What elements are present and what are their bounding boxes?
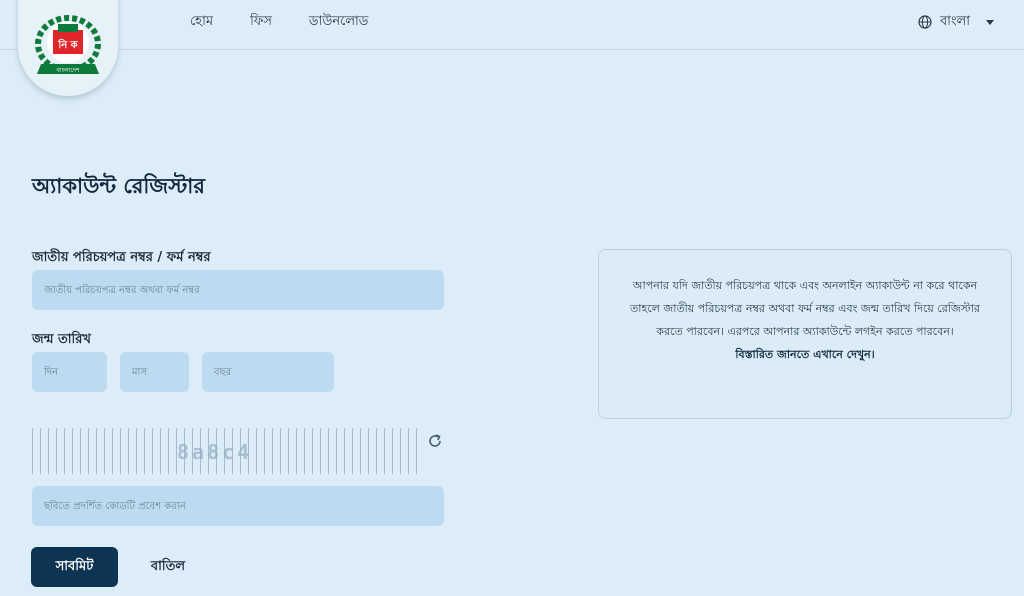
nav-home[interactable]: হোম [190,12,213,33]
captcha-code: 8a8c4 [177,440,253,464]
submit-button[interactable]: সাবমিট [31,547,118,587]
month-input[interactable] [120,352,189,392]
day-input[interactable] [32,352,107,392]
captcha-image: 8a8c4 [32,428,420,474]
language-label: বাংলা [939,13,970,29]
nid-label: জাতীয় পরিচয়পত্র নম্বর / ফর্ম নম্বর [32,250,211,265]
main-nav: হোম ফিস ডাউনলোড [190,0,368,44]
top-header: নি ক বাংলাদেশ হোম ফিস ডাউনলোড বাংলা [0,0,1024,96]
refresh-icon[interactable] [426,432,444,450]
info-text: আপনার যদি জাতীয় পরিচয়পত্র থাকে এবং অনল… [630,279,980,338]
dob-label: জন্ম তারিখ [32,332,91,347]
captcha-input[interactable] [32,486,444,526]
chevron-down-icon [986,19,994,25]
globe-icon [918,15,932,29]
logo-ribbon-text: বাংলাদেশ [56,67,80,74]
info-panel: আপনার যদি জাতীয় পরিচয়পত্র থাকে এবং অনল… [598,249,1012,419]
logo[interactable]: নি ক বাংলাদেশ [18,0,118,96]
nav-fees[interactable]: ফিস [250,12,272,33]
year-input[interactable] [202,352,334,392]
details-link[interactable]: বিস্তারিত জানতে এখানে দেখুন। [621,343,989,366]
election-commission-emblem-icon: নি ক বাংলাদেশ [35,15,101,74]
language-selector[interactable]: বাংলা [918,0,994,44]
page-title: অ্যাকাউন্ট রেজিস্টার [32,174,205,198]
cancel-button[interactable]: বাতিল [138,547,198,587]
nav-download[interactable]: ডাউনলোড [309,12,368,33]
nid-input[interactable] [32,270,444,310]
logo-letters: নি ক [57,38,78,51]
